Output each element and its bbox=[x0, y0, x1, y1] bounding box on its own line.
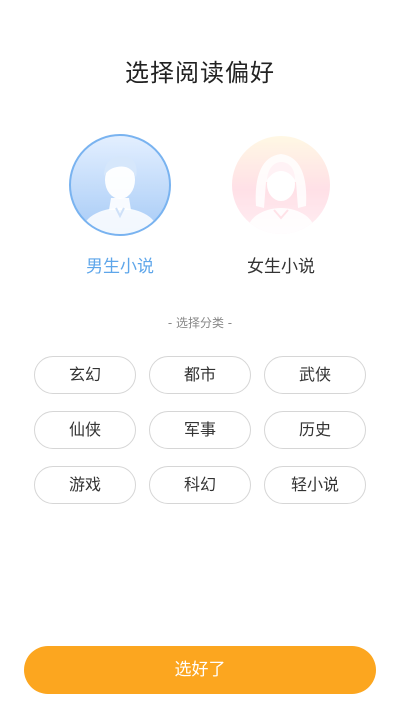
male-novel-label: 男生小说 bbox=[86, 257, 154, 277]
category-grid: 玄幻 都市 武侠 仙侠 军事 历史 游戏 科幻 轻小说 bbox=[34, 356, 366, 504]
category-chip-lishi[interactable]: 历史 bbox=[264, 411, 366, 449]
female-novel-option[interactable]: 女生小说 bbox=[211, 134, 351, 284]
category-chip-kehuan[interactable]: 科幻 bbox=[149, 466, 251, 504]
male-avatar bbox=[69, 134, 171, 236]
category-chip-xuanhuan[interactable]: 玄幻 bbox=[34, 356, 136, 394]
male-novel-option[interactable]: 男生小说 bbox=[50, 134, 190, 284]
category-chip-wuxia[interactable]: 武侠 bbox=[264, 356, 366, 394]
confirm-button[interactable]: 选好了 bbox=[24, 646, 376, 694]
categories-header: - 选择分类 - bbox=[167, 316, 233, 330]
category-chip-xianxia[interactable]: 仙侠 bbox=[34, 411, 136, 449]
male-reader-icon bbox=[82, 156, 158, 234]
category-chip-qingxiaoshuo[interactable]: 轻小说 bbox=[264, 466, 366, 504]
category-chip-youxi[interactable]: 游戏 bbox=[34, 466, 136, 504]
female-avatar bbox=[230, 134, 332, 236]
category-chip-dushi[interactable]: 都市 bbox=[149, 356, 251, 394]
female-novel-label: 女生小说 bbox=[247, 257, 315, 277]
page-title: 选择阅读偏好 bbox=[125, 59, 275, 87]
female-reader-icon bbox=[247, 154, 315, 234]
category-chip-junshi[interactable]: 军事 bbox=[149, 411, 251, 449]
